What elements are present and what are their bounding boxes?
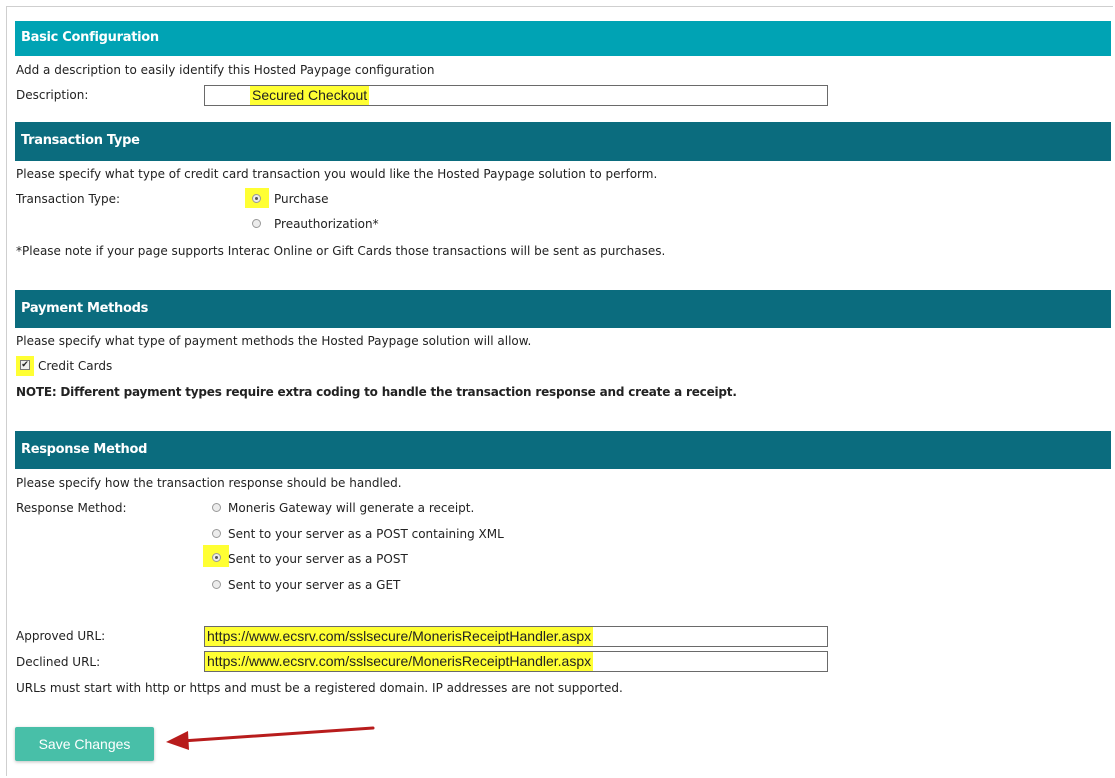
- section-header-payment-methods: Payment Methods: [15, 290, 1111, 328]
- response-option-post-xml-label: Sent to your server as a POST containing…: [228, 527, 504, 541]
- credit-cards-checkbox[interactable]: ✔: [20, 360, 30, 370]
- transaction-note: *Please note if your page supports Inter…: [16, 244, 666, 258]
- transaction-type-label: Transaction Type:: [16, 192, 121, 206]
- section-header-response-method: Response Method: [15, 431, 1111, 469]
- response-option-post-xml-radio[interactable]: [212, 529, 221, 538]
- credit-cards-label: Credit Cards: [38, 359, 113, 373]
- response-option-get-label: Sent to your server as a GET: [228, 578, 401, 592]
- approved-url-input[interactable]: https://www.ecsrv.com/sslsecure/MonerisR…: [204, 626, 828, 647]
- declined-url-input[interactable]: https://www.ecsrv.com/sslsecure/MonerisR…: [204, 651, 828, 672]
- purchase-label: Purchase: [274, 192, 329, 206]
- payment-note: NOTE: Different payment types require ex…: [16, 385, 737, 399]
- response-description-text: Please specify how the transaction respo…: [16, 476, 402, 490]
- transaction-description-text: Please specify what type of credit card …: [16, 167, 658, 181]
- section-header-basic-configuration: Basic Configuration: [15, 21, 1111, 56]
- red-arrow-icon: [166, 726, 375, 750]
- save-changes-button[interactable]: Save Changes: [15, 727, 154, 761]
- response-option-receipt-radio[interactable]: [212, 503, 221, 512]
- response-option-post-label: Sent to your server as a POST: [228, 552, 408, 566]
- purchase-radio[interactable]: [252, 194, 261, 203]
- url-note: URLs must start with http or https and m…: [16, 681, 623, 695]
- description-label: Description:: [16, 88, 89, 102]
- basic-description-text: Add a description to easily identify thi…: [16, 63, 435, 77]
- response-option-get-radio[interactable]: [212, 580, 221, 589]
- approved-url-label: Approved URL:: [16, 629, 106, 643]
- declined-url-value: https://www.ecsrv.com/sslsecure/MonerisR…: [205, 652, 594, 671]
- response-option-post-radio[interactable]: [212, 553, 221, 562]
- payment-description-text: Please specify what type of payment meth…: [16, 334, 532, 348]
- declined-url-label: Declined URL:: [16, 655, 101, 669]
- response-method-label: Response Method:: [16, 501, 127, 515]
- description-input[interactable]: Secured Checkout: [204, 85, 828, 106]
- response-option-receipt-label: Moneris Gateway will generate a receipt.: [228, 501, 475, 515]
- preauthorization-label: Preauthorization*: [274, 217, 379, 231]
- description-value: Secured Checkout: [250, 86, 370, 105]
- preauthorization-radio[interactable]: [252, 219, 261, 228]
- approved-url-value: https://www.ecsrv.com/sslsecure/MonerisR…: [205, 627, 594, 646]
- section-header-transaction-type: Transaction Type: [15, 122, 1111, 161]
